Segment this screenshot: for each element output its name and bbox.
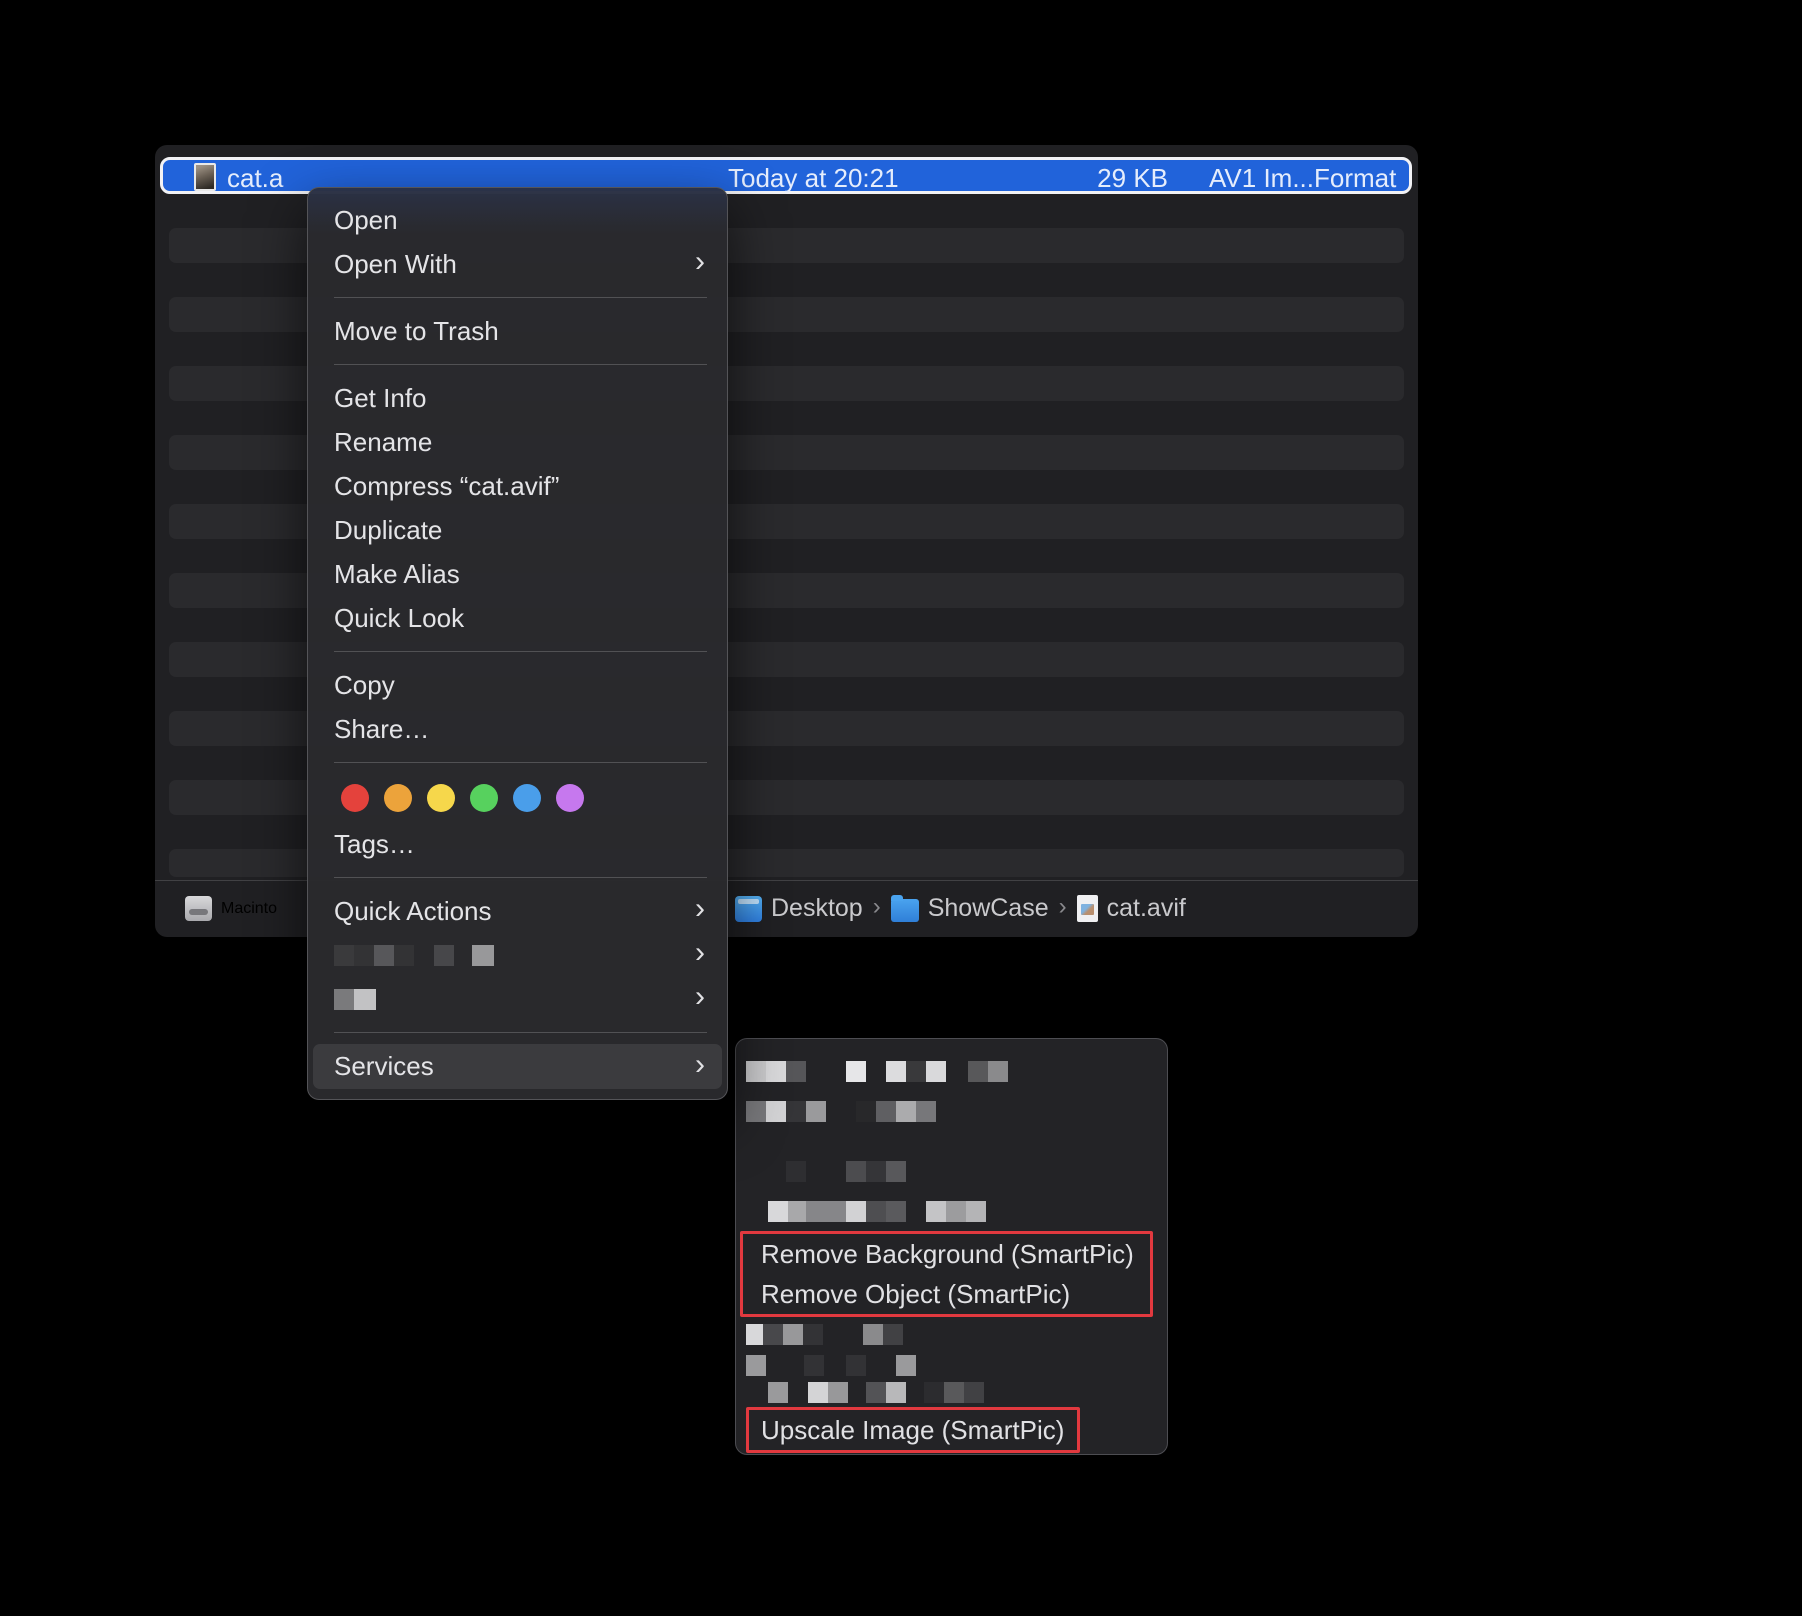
submenu-item-redacted[interactable] <box>736 1091 1167 1131</box>
submenu-item-redacted[interactable] <box>736 1351 1167 1379</box>
menu-item-label: Rename <box>334 427 432 458</box>
menu-item-services[interactable]: Services › <box>313 1044 722 1089</box>
path-crumbs: Desktop › ShowCase › cat.avif <box>735 881 1186 936</box>
desktop-folder-icon <box>735 896 762 922</box>
menu-item-label: Quick Actions <box>334 896 492 927</box>
file-date-modified: Today at 20:21 <box>728 163 899 194</box>
submenu-item-redacted[interactable] <box>736 1317 1167 1351</box>
menu-item-quick-look[interactable]: Quick Look <box>308 596 727 640</box>
redacted-label <box>334 977 376 1021</box>
menu-item-tags[interactable]: Tags… <box>308 822 727 866</box>
submenu-chevron-icon: › <box>695 894 705 924</box>
submenu-chevron-icon: › <box>695 247 705 277</box>
menu-separator <box>308 286 727 309</box>
menu-separator <box>308 640 727 663</box>
file-name: cat.a <box>227 163 283 194</box>
submenu-item-redacted[interactable] <box>736 1191 1167 1231</box>
smartpic-highlight-box: Remove Background (SmartPic) Remove Objec… <box>740 1231 1153 1317</box>
redacted-label <box>746 1191 986 1231</box>
menu-item-open-with[interactable]: Open With › <box>308 242 727 286</box>
menu-item-label: Get Info <box>334 383 427 414</box>
redacted-label <box>334 933 494 977</box>
tag-color-row <box>308 774 727 822</box>
redacted-label <box>746 1151 906 1191</box>
submenu-chevron-icon: › <box>695 1050 705 1080</box>
file-kind: AV1 Im...Format <box>1209 163 1396 194</box>
menu-item-label: Tags… <box>334 829 415 860</box>
menu-item-open[interactable]: Open <box>308 198 727 242</box>
menu-item-label: Make Alias <box>334 559 460 590</box>
tag-color-purple[interactable] <box>556 784 584 812</box>
menu-item-label: Move to Trash <box>334 316 499 347</box>
menu-item-quick-actions[interactable]: Quick Actions › <box>308 889 727 933</box>
redacted-label <box>746 1317 903 1351</box>
menu-separator <box>308 1021 727 1044</box>
menu-item-label: Duplicate <box>334 515 442 546</box>
submenu-item-remove-object-smartpic[interactable]: Remove Object (SmartPic) <box>743 1274 1150 1314</box>
menu-item-duplicate[interactable]: Duplicate <box>308 508 727 552</box>
menu-item-label: Share… <box>334 714 429 745</box>
file-icon <box>1077 895 1098 922</box>
smartpic-highlight-box: Upscale Image (SmartPic) <box>746 1407 1080 1453</box>
menu-item-label: Quick Look <box>334 603 464 634</box>
tag-color-green[interactable] <box>470 784 498 812</box>
submenu-chevron-icon: › <box>695 982 705 1012</box>
menu-item-label: Services <box>334 1051 434 1082</box>
path-chevron-icon: › <box>872 893 882 925</box>
submenu-item-label: Remove Background (SmartPic) <box>761 1239 1134 1270</box>
menu-item-make-alias[interactable]: Make Alias <box>308 552 727 596</box>
services-submenu: Remove Background (SmartPic) Remove Objec… <box>735 1038 1168 1455</box>
menu-item-compress-cat-avif[interactable]: Compress “cat.avif” <box>308 464 727 508</box>
menu-item-redacted[interactable]: › <box>308 933 727 977</box>
menu-separator <box>308 751 727 774</box>
path-crumb-showcase[interactable]: ShowCase <box>891 894 1049 923</box>
hard-drive-icon <box>185 896 212 921</box>
menu-item-copy[interactable]: Copy <box>308 663 727 707</box>
path-crumb-label: Macinto <box>221 900 277 918</box>
path-crumb-label: Desktop <box>771 894 863 923</box>
tag-color-orange[interactable] <box>384 784 412 812</box>
submenu-item-redacted[interactable] <box>736 1051 1167 1091</box>
submenu-gap <box>736 1131 1167 1151</box>
menu-item-redacted[interactable]: › <box>308 977 727 1021</box>
tag-color-yellow[interactable] <box>427 784 455 812</box>
submenu-item-redacted[interactable] <box>736 1379 1167 1405</box>
menu-item-move-to-trash[interactable]: Move to Trash <box>308 309 727 353</box>
submenu-item-upscale-image-smartpic[interactable]: Upscale Image (SmartPic) <box>749 1410 1077 1450</box>
redacted-label <box>746 1379 984 1405</box>
path-crumb-label: ShowCase <box>928 894 1049 923</box>
tag-color-blue[interactable] <box>513 784 541 812</box>
file-size: 29 KB <box>1068 163 1168 194</box>
path-crumb-volume[interactable]: Macinto <box>185 881 277 936</box>
menu-item-rename[interactable]: Rename <box>308 420 727 464</box>
submenu-chevron-icon: › <box>695 938 705 968</box>
path-crumb-desktop[interactable]: Desktop <box>735 894 863 923</box>
menu-item-share[interactable]: Share… <box>308 707 727 751</box>
submenu-item-label: Upscale Image (SmartPic) <box>761 1415 1064 1446</box>
submenu-item-remove-background-smartpic[interactable]: Remove Background (SmartPic) <box>743 1234 1150 1274</box>
submenu-item-redacted[interactable] <box>736 1151 1167 1191</box>
file-thumbnail-icon <box>194 163 216 191</box>
menu-item-label: Copy <box>334 670 395 701</box>
menu-item-get-info[interactable]: Get Info <box>308 376 727 420</box>
context-menu: Open Open With › Move to Trash Get Info Renam… <box>307 187 728 1100</box>
tag-color-red[interactable] <box>341 784 369 812</box>
redacted-label <box>746 1351 916 1379</box>
menu-separator <box>308 353 727 376</box>
redacted-label <box>746 1051 1008 1091</box>
submenu-item-label: Remove Object (SmartPic) <box>761 1279 1070 1310</box>
path-crumb-cat-avif[interactable]: cat.avif <box>1077 894 1186 923</box>
redacted-label <box>746 1091 936 1131</box>
folder-icon <box>891 899 919 922</box>
menu-separator <box>308 866 727 889</box>
path-chevron-icon: › <box>1058 893 1068 925</box>
menu-item-label: Compress “cat.avif” <box>334 471 559 502</box>
menu-item-label: Open With <box>334 249 457 280</box>
path-crumb-label: cat.avif <box>1107 894 1186 923</box>
menu-item-label: Open <box>334 205 398 236</box>
